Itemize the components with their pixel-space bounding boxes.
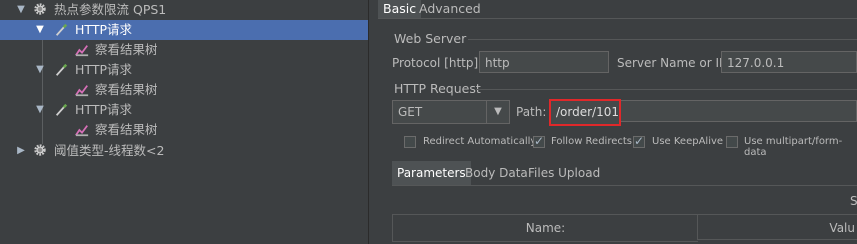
tree-item-result-tree-3[interactable]: 察看结果树 xyxy=(0,120,368,140)
pipette-icon xyxy=(55,63,68,76)
tree-item-http-request-1[interactable]: ▼ HTTP请求 xyxy=(0,20,368,40)
tab-underline xyxy=(378,18,857,19)
http-sampler-panel: Basic Advanced Web Server Protocol [http… xyxy=(378,0,857,244)
follow-redirects-label: Follow Redirects xyxy=(551,136,632,147)
chevron-down-icon[interactable]: ▼ xyxy=(35,20,45,40)
table-caption-partial: S xyxy=(850,194,857,208)
path-input[interactable]: /order/101 xyxy=(549,99,621,126)
path-input-remainder[interactable] xyxy=(621,100,857,122)
keepalive-checkbox[interactable] xyxy=(633,134,645,148)
result-tree-icon xyxy=(75,45,89,57)
gear-icon xyxy=(34,144,46,156)
tree-item-http-request-3[interactable]: ▼ HTTP请求 xyxy=(0,100,368,120)
redirect-auto-label: Redirect Automatically xyxy=(423,136,537,147)
column-header-value[interactable]: Valu xyxy=(697,214,857,240)
tree-item-result-tree-2[interactable]: 察看结果树 xyxy=(0,80,368,100)
tree-item-label: HTTP请求 xyxy=(75,62,132,77)
chevron-down-icon[interactable]: ▼ xyxy=(35,100,45,120)
multipart-checkbox[interactable] xyxy=(726,136,738,148)
server-name-input[interactable]: 127.0.0.1 xyxy=(721,51,857,73)
follow-redirects-checkbox[interactable] xyxy=(533,134,545,148)
tree-item-label: 察看结果树 xyxy=(95,122,158,137)
tab-body-data[interactable]: Body Data xyxy=(465,161,528,185)
tab-basic[interactable]: Basic xyxy=(378,0,422,18)
tree-item-label: 察看结果树 xyxy=(95,42,158,57)
tree-item-label: 热点参数限流 QPS1 xyxy=(54,2,167,17)
section-divider xyxy=(468,39,857,40)
tree-item-label: HTTP请求 xyxy=(75,22,132,37)
gear-icon xyxy=(34,3,46,15)
path-label: Path: xyxy=(516,105,547,119)
http-request-title: HTTP Request xyxy=(394,81,481,96)
method-select[interactable]: GET ▼ xyxy=(392,100,510,124)
param-tab-underline xyxy=(392,185,857,186)
tree-item-hotspot-qps1[interactable]: ▼ 热点参数限流 QPS1 xyxy=(0,0,368,20)
tree-item-http-request-2[interactable]: ▼ HTTP请求 xyxy=(0,60,368,80)
chevron-down-icon[interactable]: ▼ xyxy=(486,101,509,123)
pipette-icon xyxy=(55,23,68,36)
column-header-name[interactable]: Name: xyxy=(392,214,698,242)
chevron-down-icon[interactable]: ▼ xyxy=(16,0,26,20)
redirect-auto-checkbox[interactable] xyxy=(404,136,416,148)
tree-item-threshold-threads[interactable]: ▶ 阈值类型-线程数<2 xyxy=(0,141,368,161)
result-tree-icon xyxy=(75,125,89,137)
method-value: GET xyxy=(398,105,423,119)
keepalive-label: Use KeepAlive xyxy=(652,136,724,147)
tree-item-label: 察看结果树 xyxy=(95,82,158,97)
test-plan-tree: ▼ 热点参数限流 QPS1 ▼ HTTP请求 察看结果树 ▼ HTTP请求 察看… xyxy=(0,0,368,244)
protocol-label: Protocol [http]: xyxy=(392,56,483,70)
tree-item-label: 阈值类型-线程数<2 xyxy=(54,143,165,158)
section-divider xyxy=(476,89,857,90)
result-tree-icon xyxy=(75,85,89,97)
web-server-title: Web Server xyxy=(394,31,467,46)
tab-parameters[interactable]: Parameters xyxy=(392,161,471,185)
chevron-right-icon[interactable]: ▶ xyxy=(16,141,26,161)
tab-files-upload[interactable]: Files Upload xyxy=(528,161,600,185)
tree-item-result-tree-1[interactable]: 察看结果树 xyxy=(0,40,368,60)
multipart-label: Use multipart/form-data xyxy=(744,136,843,158)
tree-item-label: HTTP请求 xyxy=(75,102,132,117)
server-name-label: Server Name or IP: xyxy=(617,56,731,70)
tab-advanced[interactable]: Advanced xyxy=(419,0,481,18)
chevron-down-icon[interactable]: ▼ xyxy=(35,60,45,80)
protocol-input[interactable]: http xyxy=(479,51,609,73)
pipette-icon xyxy=(55,103,68,116)
